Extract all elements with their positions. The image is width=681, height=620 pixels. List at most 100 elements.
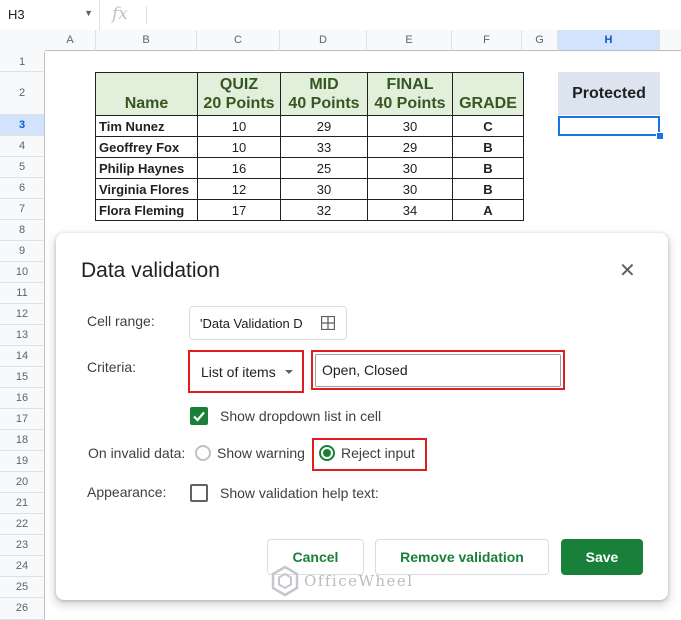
- cell-grade[interactable]: B: [452, 178, 524, 200]
- cell-name[interactable]: Geoffrey Fox: [95, 136, 198, 158]
- row-header-10[interactable]: 10: [0, 262, 45, 283]
- row-header-4[interactable]: 4: [0, 136, 45, 157]
- row-header-11[interactable]: 11: [0, 283, 45, 304]
- cell-quiz[interactable]: 12: [197, 178, 281, 200]
- column-header-b[interactable]: B: [96, 30, 197, 51]
- row-header-24[interactable]: 24: [0, 556, 45, 577]
- chevron-down-icon[interactable]: ▼: [84, 8, 93, 18]
- row-header-7[interactable]: 7: [0, 199, 45, 220]
- row-header-25[interactable]: 25: [0, 577, 45, 598]
- help-text-checkbox[interactable]: [190, 484, 208, 502]
- cell-final[interactable]: 29: [367, 136, 453, 158]
- help-text-label: Show validation help text:: [220, 485, 379, 501]
- cell-final[interactable]: 30: [367, 115, 453, 137]
- header-mid[interactable]: MID 40 Points: [280, 72, 368, 116]
- remove-validation-button[interactable]: Remove validation: [375, 539, 549, 575]
- row-header-16[interactable]: 16: [0, 388, 45, 409]
- show-dropdown-checkbox[interactable]: [190, 407, 208, 425]
- cell-mid[interactable]: 29: [280, 115, 368, 137]
- column-header-d[interactable]: D: [280, 30, 367, 51]
- row-header-5[interactable]: 5: [0, 157, 45, 178]
- header-final[interactable]: FINAL 40 Points: [367, 72, 453, 116]
- row-header-18[interactable]: 18: [0, 430, 45, 451]
- header-grade[interactable]: GRADE: [452, 72, 524, 116]
- table-row: Tim Nunez 10 29 30 C: [95, 115, 524, 137]
- table-row: Philip Haynes 16 25 30 B: [95, 157, 524, 179]
- header-name[interactable]: Name: [95, 72, 198, 116]
- row-header-19[interactable]: 19: [0, 451, 45, 472]
- name-box[interactable]: H3 ▼: [0, 0, 100, 30]
- row-header-2[interactable]: 2: [0, 72, 45, 115]
- cell-grade[interactable]: B: [452, 136, 524, 158]
- close-icon[interactable]: ✕: [619, 261, 636, 281]
- cell-range-label: Cell range:: [87, 313, 155, 329]
- save-button[interactable]: Save: [561, 539, 643, 575]
- header-quiz[interactable]: QUIZ 20 Points: [197, 72, 281, 116]
- column-header-f[interactable]: F: [452, 30, 522, 51]
- name-box-value: H3: [8, 7, 25, 22]
- show-warning-radio[interactable]: [195, 445, 211, 461]
- cell-final[interactable]: 30: [367, 157, 453, 179]
- cell-grade[interactable]: C: [452, 115, 524, 137]
- row-header-13[interactable]: 13: [0, 325, 45, 346]
- reject-input-radio[interactable]: [319, 445, 335, 461]
- column-header-e[interactable]: E: [367, 30, 452, 51]
- cell-name[interactable]: Tim Nunez: [95, 115, 198, 137]
- row-header-6[interactable]: 6: [0, 178, 45, 199]
- fill-handle[interactable]: [656, 132, 664, 140]
- cell-name[interactable]: Flora Fleming: [95, 199, 198, 221]
- table-header-row: Name QUIZ 20 Points MID 40 Points FINAL 40 …: [95, 72, 524, 116]
- row-header-1[interactable]: 1: [0, 52, 45, 72]
- cell-quiz[interactable]: 16: [197, 157, 281, 179]
- row-header-22[interactable]: 22: [0, 514, 45, 535]
- cell-mid[interactable]: 25: [280, 157, 368, 179]
- column-header-h[interactable]: H: [558, 30, 660, 51]
- cell-final[interactable]: 34: [367, 199, 453, 221]
- cell-quiz[interactable]: 10: [197, 115, 281, 137]
- reject-input-label: Reject input: [341, 445, 415, 461]
- row-header-14[interactable]: 14: [0, 346, 45, 367]
- protected-header-cell[interactable]: Protected: [558, 72, 660, 115]
- show-dropdown-label: Show dropdown list in cell: [220, 408, 382, 424]
- dialog-title: Data validation: [81, 259, 220, 282]
- grid-icon[interactable]: [321, 316, 335, 330]
- column-header-g[interactable]: G: [522, 30, 558, 51]
- divider: [146, 6, 147, 24]
- row-header-26[interactable]: 26: [0, 598, 45, 620]
- cell-quiz[interactable]: 17: [197, 199, 281, 221]
- table-row: Geoffrey Fox 10 33 29 B: [95, 136, 524, 158]
- row-header-15[interactable]: 15: [0, 367, 45, 388]
- selected-cell-h3[interactable]: [558, 116, 660, 136]
- on-invalid-label: On invalid data:: [88, 445, 186, 461]
- column-headers: A B C D E F G H: [0, 30, 681, 52]
- officewheel-logo-icon: [271, 565, 299, 597]
- row-header-21[interactable]: 21: [0, 493, 45, 514]
- list-items-input[interactable]: Open, Closed: [315, 354, 561, 387]
- grades-table: Name QUIZ 20 Points MID 40 Points FINAL 40 …: [95, 72, 524, 221]
- cell-final[interactable]: 30: [367, 178, 453, 200]
- fx-icon: fx: [112, 4, 128, 24]
- row-header-8[interactable]: 8: [0, 220, 45, 241]
- row-header-3[interactable]: 3: [0, 115, 45, 136]
- row-header-23[interactable]: 23: [0, 535, 45, 556]
- cell-range-input[interactable]: 'Data Validation D: [189, 306, 347, 340]
- table-row: Flora Fleming 17 32 34 A: [95, 199, 524, 221]
- cell-mid[interactable]: 33: [280, 136, 368, 158]
- cell-mid[interactable]: 30: [280, 178, 368, 200]
- row-header-17[interactable]: 17: [0, 409, 45, 430]
- row-header-20[interactable]: 20: [0, 472, 45, 493]
- column-header-c[interactable]: C: [197, 30, 280, 51]
- cell-grade[interactable]: A: [452, 199, 524, 221]
- cell-name[interactable]: Philip Haynes: [95, 157, 198, 179]
- row-header-9[interactable]: 9: [0, 241, 45, 262]
- check-icon: [193, 411, 205, 422]
- row-header-12[interactable]: 12: [0, 304, 45, 325]
- column-header-next[interactable]: [660, 30, 681, 51]
- cell-grade[interactable]: B: [452, 157, 524, 179]
- criteria-select[interactable]: List of items: [192, 357, 300, 387]
- cell-quiz[interactable]: 10: [197, 136, 281, 158]
- cell-mid[interactable]: 32: [280, 199, 368, 221]
- column-header-a[interactable]: A: [45, 30, 96, 51]
- cell-name[interactable]: Virginia Flores: [95, 178, 198, 200]
- table-row: Virginia Flores 12 30 30 B: [95, 178, 524, 200]
